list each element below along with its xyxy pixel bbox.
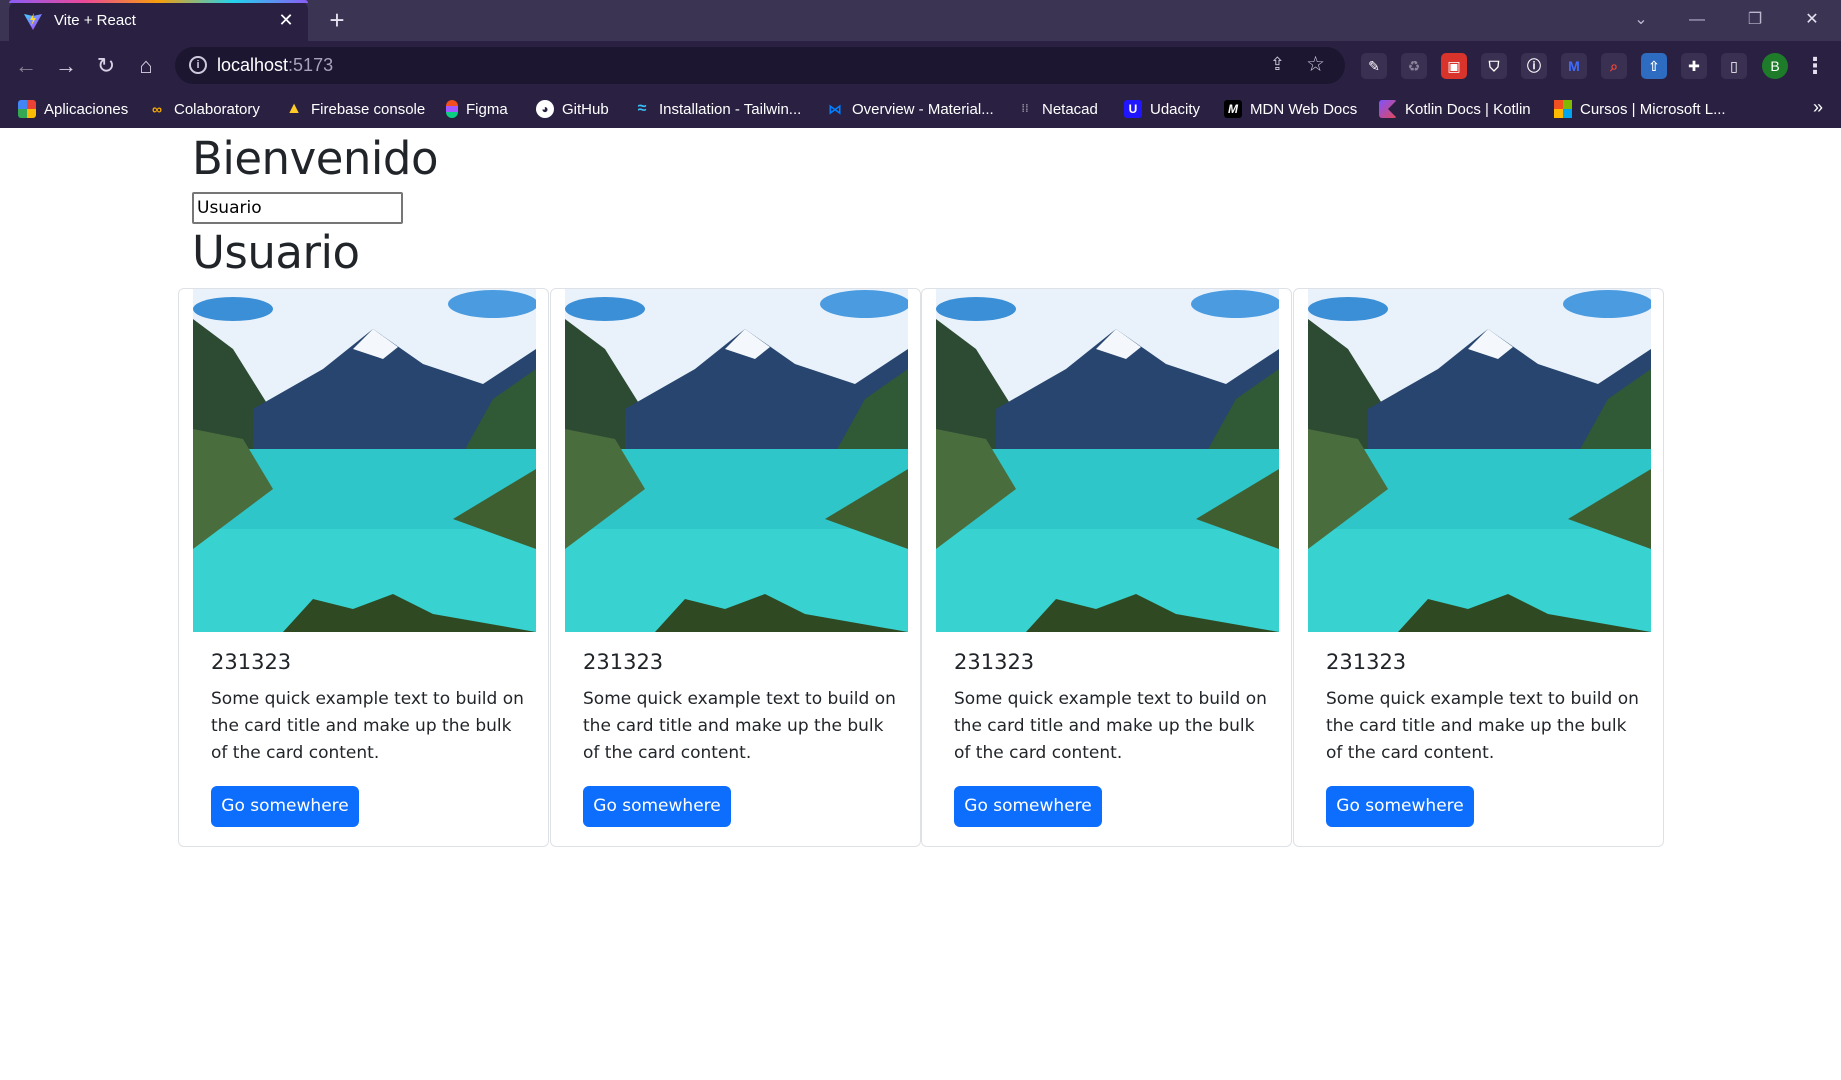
bookmark-label: Figma [466,100,508,118]
bookmarks-bar: Aplicaciones ∞ Colaboratory ▲ Firebase c… [0,90,1841,128]
card: 231323 Some quick example text to build … [550,288,921,847]
bookmark-colaboratory[interactable]: ∞ Colaboratory [148,90,260,128]
close-window-button[interactable]: ✕ [1789,6,1835,34]
tailwind-icon: ≈ [637,100,647,117]
bookmark-udacity[interactable]: U Udacity [1124,90,1200,128]
bookmark-label: Udacity [1150,100,1201,118]
figma-icon [446,100,458,118]
shield-extension-icon[interactable]: ⛉ [1481,53,1507,79]
firebase-icon: ▲ [286,100,302,117]
bookmark-label: Installation - Tailwin... [659,100,802,118]
card-row: 231323 Some quick example text to build … [178,288,1664,847]
info-extension-icon[interactable]: ⓘ [1521,53,1547,79]
url-port: :5173 [288,55,334,75]
bookmark-label: MDN Web Docs [1250,100,1358,118]
udacity-icon: U [1124,100,1142,118]
tab-accent-bar [9,0,308,3]
microsoft-icon [1554,100,1572,118]
apps-grid-icon [18,100,36,118]
bookmark-mdn[interactable]: M MDN Web Docs [1224,90,1357,128]
card: 231323 Some quick example text to build … [921,288,1292,847]
bookmark-netacad[interactable]: ⁞⁞ Netacad [1016,90,1098,128]
bookmark-label: Aplicaciones [44,100,129,118]
reload-icon[interactable]: ↻ [91,51,121,81]
tab-title: Vite + React [54,12,136,29]
bookmark-label: Cursos | Microsoft L... [1580,100,1726,118]
close-tab-icon[interactable]: ✕ [274,8,298,32]
username-heading: Usuario [192,226,360,279]
bookmark-label: Kotlin Docs | Kotlin [1405,100,1531,118]
kotlin-icon [1379,100,1397,118]
bookmark-tailwind[interactable]: ≈ Installation - Tailwin... [633,90,802,128]
card-title: 231323 [954,650,1035,674]
go-somewhere-button[interactable]: Go somewhere [1326,786,1474,827]
restore-button[interactable]: ❐ [1732,6,1778,34]
username-input[interactable] [192,192,403,224]
card-text: Some quick example text to build on the … [1326,689,1639,763]
bookmark-star-icon[interactable]: ☆ [1306,52,1325,77]
side-panel-icon[interactable]: ▯ [1721,53,1747,79]
bookmark-label: Overview - Material... [852,100,994,118]
card-image-lake-mountains [936,289,1279,632]
red-extension-icon[interactable]: ▣ [1441,53,1467,79]
browser-toolbar: ← → ↻ ⌂ i localhost:5173 ⇪ ☆ ✎ ♻ ▣ ⛉ ⓘ M… [0,41,1841,90]
welcome-heading: Bienvenido [192,132,439,185]
forward-icon[interactable]: → [51,51,81,81]
search-extension-icon[interactable]: ⌕ [1601,53,1627,79]
address-bar[interactable]: i localhost:5173 ⇪ ☆ [175,47,1345,84]
card-image-lake-mountains [565,289,908,632]
go-somewhere-button[interactable]: Go somewhere [583,786,731,827]
pen-extension-icon[interactable]: ✎ [1361,53,1387,79]
bookmark-github[interactable]: ◕ GitHub [536,90,609,128]
card-image-lake-mountains [193,289,536,632]
card: 231323 Some quick example text to build … [178,288,549,847]
bookmark-kotlin[interactable]: Kotlin Docs | Kotlin [1379,90,1531,128]
url-host: localhost [217,55,289,75]
colab-icon: ∞ [152,101,162,117]
bookmark-label: Colaboratory [174,100,260,118]
card-text: Some quick example text to build on the … [954,689,1267,763]
bookmark-label: Netacad [1042,100,1098,118]
page-content: Bienvenido Usuario Usuario 231323 Some q… [0,128,1841,1080]
material-ui-icon: ⋈ [828,101,842,117]
tab-search-icon[interactable]: ⌄ [1618,6,1664,34]
card-title: 231323 [1326,650,1407,674]
minimize-button[interactable]: — [1674,6,1720,34]
puzzle-extensions-icon[interactable]: ✚ [1681,53,1707,79]
new-tab-button[interactable]: + [323,7,351,35]
bookmark-figma[interactable]: Figma [446,90,508,128]
home-icon[interactable]: ⌂ [131,51,161,81]
card-title: 231323 [211,650,292,674]
bookmark-label: GitHub [562,100,609,118]
card-text: Some quick example text to build on the … [583,689,896,763]
more-bookmarks-button[interactable]: » [1813,97,1823,118]
site-info-icon[interactable]: i [189,56,207,74]
card: 231323 Some quick example text to build … [1293,288,1664,847]
go-somewhere-button[interactable]: Go somewhere [954,786,1102,827]
card-text: Some quick example text to build on the … [211,689,524,763]
url-text[interactable]: localhost:5173 [217,55,333,76]
card-title: 231323 [583,650,664,674]
tab-strip: Vite + React ✕ + ⌄ — ❐ ✕ [0,0,1841,41]
go-somewhere-button[interactable]: Go somewhere [211,786,359,827]
browser-tab[interactable]: Vite + React ✕ [9,0,308,41]
more-menu-icon[interactable]: ⋮ [1804,52,1826,80]
recycle-extension-icon[interactable]: ♻ [1401,53,1427,79]
back-icon[interactable]: ← [11,51,41,81]
bookmark-label: Firebase console [311,100,426,118]
bookmark-microsoft[interactable]: Cursos | Microsoft L... [1554,90,1726,128]
mdn-icon: M [1224,100,1242,118]
m-extension-icon[interactable]: M [1561,53,1587,79]
card-image-lake-mountains [1308,289,1651,632]
bookmark-firebase[interactable]: ▲ Firebase console [285,90,425,128]
upload-extension-icon[interactable]: ⇧ [1641,53,1667,79]
bookmark-aplicaciones[interactable]: Aplicaciones [18,90,128,128]
cisco-icon: ⁞⁞ [1021,103,1029,115]
github-icon: ◕ [536,100,554,118]
profile-avatar[interactable]: B [1762,53,1788,79]
vite-logo-icon [24,13,42,30]
share-icon[interactable]: ⇪ [1270,54,1285,75]
bookmark-material-ui[interactable]: ⋈ Overview - Material... [826,90,994,128]
